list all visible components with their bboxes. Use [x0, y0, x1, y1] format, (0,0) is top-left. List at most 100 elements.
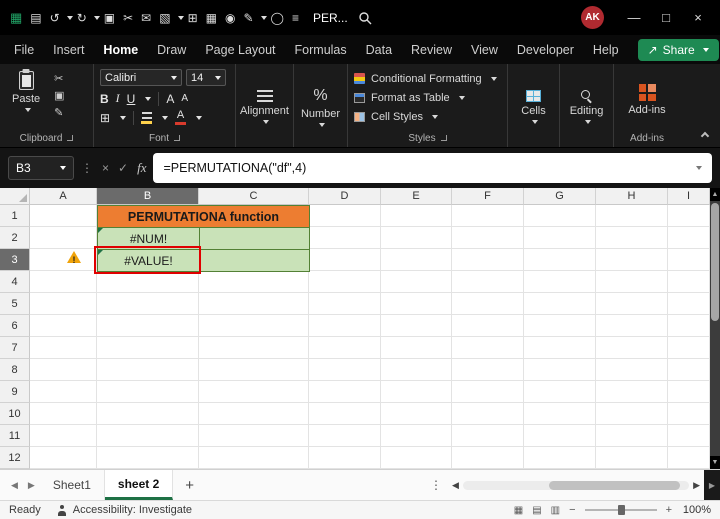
grid-cell[interactable] — [452, 227, 524, 249]
grid-cell[interactable] — [309, 271, 381, 293]
column-header-H[interactable]: H — [596, 188, 668, 205]
grid-cell[interactable] — [309, 447, 381, 469]
grow-font-button[interactable]: A — [166, 92, 174, 106]
select-all-corner[interactable] — [0, 188, 30, 205]
grid-cell[interactable] — [309, 249, 381, 271]
grid-cell[interactable] — [596, 359, 668, 381]
grid-cell[interactable] — [97, 337, 199, 359]
grid-cell[interactable] — [452, 205, 524, 227]
cut-button[interactable]: ✂ — [54, 72, 64, 85]
enter-icon[interactable]: ✓ — [118, 161, 128, 175]
grid-cell[interactable] — [381, 425, 452, 447]
copy-icon[interactable]: ▣ — [104, 11, 115, 25]
grid-cell[interactable] — [596, 403, 668, 425]
column-header-A[interactable]: A — [30, 188, 97, 205]
menu-tab-help[interactable]: Help — [593, 43, 619, 57]
grid-cell[interactable] — [452, 381, 524, 403]
addins-button[interactable]: Add-ins — [620, 69, 674, 131]
menu-tab-developer[interactable]: Developer — [517, 43, 574, 57]
menu-tab-formulas[interactable]: Formulas — [295, 43, 347, 57]
horizontal-scrollbar-thumb[interactable] — [549, 481, 680, 490]
close-button[interactable]: × — [682, 0, 714, 35]
grid-cell[interactable] — [199, 359, 309, 381]
namebox-resize-handle[interactable]: ⋮ — [81, 161, 93, 175]
grid-cell[interactable] — [30, 205, 97, 227]
add-sheet-button[interactable]: + — [173, 470, 206, 500]
undo-chevron-icon[interactable] — [67, 16, 73, 20]
grid-cell[interactable] — [30, 293, 97, 315]
underline-chevron-icon[interactable] — [145, 97, 151, 101]
menu-tab-draw[interactable]: Draw — [157, 43, 186, 57]
grid-cell[interactable] — [668, 249, 710, 271]
menu-tab-view[interactable]: View — [471, 43, 498, 57]
formula-input[interactable]: =PERMUTATIONA("df",4) — [153, 153, 712, 183]
row-header-12[interactable]: 12 — [0, 447, 30, 469]
grid-cell[interactable] — [381, 249, 452, 271]
grid-cell[interactable] — [452, 315, 524, 337]
search-icon[interactable] — [358, 11, 372, 25]
borders-button[interactable]: ⊞ — [100, 111, 110, 125]
grid-cell[interactable] — [596, 381, 668, 403]
cell-styles-button[interactable]: Cell Styles — [354, 107, 501, 126]
borders-icon[interactable]: ⊞ — [188, 11, 198, 25]
fill-color-icon[interactable]: ▧ — [159, 11, 170, 25]
excel-app-icon[interactable]: ▦ — [10, 10, 22, 26]
grid-cell[interactable] — [668, 337, 710, 359]
grid-cell[interactable] — [381, 293, 452, 315]
hscroll-left-icon[interactable]: ◀ — [452, 480, 459, 491]
grid-cell[interactable] — [452, 403, 524, 425]
minimize-button[interactable]: — — [618, 0, 650, 35]
font-dialog-launcher-icon[interactable] — [174, 135, 180, 141]
grid-cell[interactable] — [309, 293, 381, 315]
grid-cell[interactable] — [309, 205, 381, 227]
grid-cell[interactable] — [199, 447, 309, 469]
page-break-view-icon[interactable]: ▥ — [551, 505, 560, 516]
grid-cell[interactable] — [309, 315, 381, 337]
maximize-button[interactable]: □ — [650, 0, 682, 35]
grid-cell[interactable] — [199, 425, 309, 447]
grid-cell[interactable] — [524, 403, 596, 425]
conditional-formatting-button[interactable]: Conditional Formatting — [354, 69, 501, 88]
grid-cell[interactable] — [199, 293, 309, 315]
grid-cell[interactable] — [452, 249, 524, 271]
grid-cell[interactable] — [452, 271, 524, 293]
row-header-4[interactable]: 4 — [0, 271, 30, 293]
font-name-select[interactable]: Calibri — [100, 69, 182, 86]
row-header-5[interactable]: 5 — [0, 293, 30, 315]
horizontal-scrollbar[interactable]: ◀ ▶ — [452, 470, 700, 500]
grid-cell[interactable] — [524, 425, 596, 447]
zoom-slider-thumb[interactable] — [618, 505, 625, 515]
grid-cell[interactable] — [668, 447, 710, 469]
grid-cell[interactable] — [596, 447, 668, 469]
tab-sheet1[interactable]: Sheet1 — [40, 470, 105, 500]
grid-cell[interactable] — [668, 359, 710, 381]
grid-cell[interactable] — [97, 381, 199, 403]
cell-c3[interactable] — [199, 249, 310, 272]
grid-cell[interactable] — [309, 403, 381, 425]
underline-button[interactable]: U — [127, 92, 136, 106]
grid-cell[interactable] — [596, 271, 668, 293]
shrink-font-button[interactable]: A — [181, 93, 188, 104]
column-header-B[interactable]: B — [97, 188, 199, 205]
grid-cell[interactable] — [668, 403, 710, 425]
grid-cell[interactable] — [309, 381, 381, 403]
grid-cell[interactable] — [30, 315, 97, 337]
grid-cell[interactable] — [199, 337, 309, 359]
grid-cell[interactable] — [668, 293, 710, 315]
grid-cell[interactable] — [199, 381, 309, 403]
tab-nav-left-icon[interactable]: ◀ — [6, 470, 23, 500]
grid-cell[interactable] — [381, 359, 452, 381]
row-header-6[interactable]: 6 — [0, 315, 30, 337]
grid-cell[interactable] — [381, 227, 452, 249]
row-header-3[interactable]: 3 — [0, 249, 30, 271]
clipboard-dialog-launcher-icon[interactable] — [67, 135, 73, 141]
column-header-C[interactable]: C — [199, 188, 309, 205]
cell-b1-title[interactable]: PERMUTATIONA function — [97, 205, 310, 228]
font-size-select[interactable]: 14 — [186, 69, 226, 86]
grid-cell[interactable] — [668, 271, 710, 293]
cancel-icon[interactable]: × — [102, 161, 109, 175]
undo-icon[interactable]: ↺ — [50, 11, 60, 25]
error-warning-icon[interactable]: ! — [66, 250, 82, 266]
column-header-F[interactable]: F — [452, 188, 524, 205]
grid-cell[interactable] — [524, 381, 596, 403]
